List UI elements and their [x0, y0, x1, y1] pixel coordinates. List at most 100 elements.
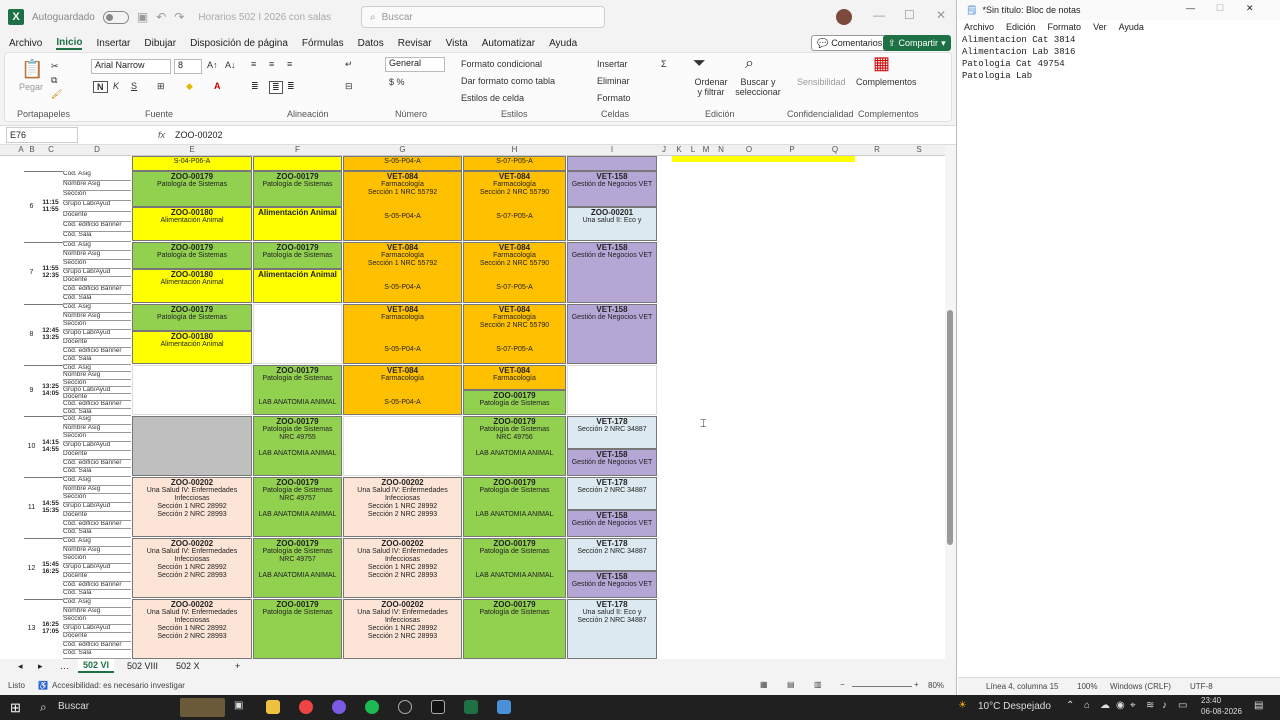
schedule-cell[interactable] [253, 156, 342, 171]
decrease-font-icon[interactable]: A↓ [225, 60, 236, 70]
app-icon[interactable] [398, 700, 412, 714]
zoom-level[interactable]: 80% [928, 681, 944, 690]
filter-icon[interactable]: ⏷ [693, 55, 706, 73]
schedule-cell[interactable]: VET-084 Farmacología S-05-P04-A [343, 365, 462, 415]
schedule-cell[interactable]: ZOO-00179 Patología de Sistemas [132, 171, 252, 207]
wrap-text-icon[interactable]: ↵ [345, 59, 353, 70]
more-sheets-icon[interactable]: … [60, 661, 69, 671]
schedule-cell[interactable]: ZOO-00179 Patología de Sistemas [253, 242, 342, 269]
align-right-icon[interactable]: ≣ [287, 81, 295, 92]
normal-view-icon[interactable]: ▦ [760, 680, 768, 689]
schedule-cell[interactable]: ZOO-00202 Una Salud IV: Enfermedades Infe… [132, 599, 252, 659]
vertical-scrollbar[interactable] [945, 145, 956, 659]
currency-icon[interactable]: $ % [389, 77, 405, 87]
autosum-icon[interactable]: Σ [661, 59, 667, 69]
clock-time[interactable]: 23:40 [1201, 696, 1221, 705]
schedule-cell[interactable]: Alimentación Animal [253, 207, 342, 241]
sort-filter-button[interactable]: Ordenar y filtrar [691, 77, 731, 97]
file-explorer-icon[interactable] [266, 700, 280, 714]
battery-icon[interactable]: ▭ [1178, 700, 1187, 711]
align-bottom-icon[interactable]: ≡ [287, 59, 292, 69]
notifications-icon[interactable]: ▤ [1254, 700, 1263, 711]
addins-button[interactable]: Complementos [856, 77, 917, 87]
schedule-cell[interactable] [132, 416, 252, 476]
align-top-icon[interactable]: ≡ [251, 59, 256, 69]
schedule-cell[interactable]: VET-158 Gestión de Negocios VET [567, 242, 657, 303]
find-select-button[interactable]: Buscar y seleccionar [733, 77, 783, 97]
formula-input[interactable]: ZOO-00202 [175, 130, 223, 140]
volume-icon[interactable]: ♪ [1162, 700, 1167, 711]
sheet-tab[interactable]: 502 VIII [127, 661, 158, 671]
schedule-cell[interactable]: ZOO-00179 Patología de Sistemas LAB ANATOM… [463, 538, 566, 598]
schedule-cell[interactable]: VET-084 Farmacología Sección 2 NRC 55790 S-… [463, 304, 566, 364]
schedule-cell[interactable]: VET-178 Sección 2 NRC 34887 [567, 538, 657, 571]
maximize-icon[interactable]: ☐ [1216, 3, 1224, 14]
col-i[interactable]: I [567, 145, 657, 154]
insert-cells-button[interactable]: Insertar [597, 59, 628, 69]
col-n[interactable]: N [714, 145, 728, 154]
scroll-thumb[interactable] [947, 310, 953, 545]
search-input[interactable]: ⌕ Buscar [361, 6, 605, 28]
paste-button[interactable]: Pegar [19, 82, 43, 92]
schedule-cell[interactable]: S-04-P06-A [132, 156, 252, 171]
minimize-icon[interactable]: — [873, 8, 885, 22]
col-a[interactable]: A [17, 145, 25, 154]
find-icon[interactable]: ⌕ [745, 55, 754, 73]
schedule-cell[interactable] [343, 416, 462, 476]
tab-archivo[interactable]: Archivo [9, 38, 42, 49]
schedule-cell[interactable]: S-05-P04-A [343, 156, 462, 171]
tab-insertar[interactable]: Insertar [96, 38, 130, 49]
wifi-icon[interactable]: ≋ [1146, 700, 1154, 711]
menu-edicion[interactable]: Edición [1006, 22, 1036, 32]
schedule-cell[interactable]: ZOO-00180 Alimentación Animal [132, 331, 252, 364]
menu-ayuda[interactable]: Ayuda [1119, 22, 1144, 32]
schedule-cell[interactable]: ZOO-00202 Una Salud IV: Enfermedades Infe… [343, 477, 462, 537]
font-size-select[interactable]: 8 [174, 59, 202, 74]
minimize-icon[interactable]: — [1186, 3, 1195, 13]
fill-color-icon[interactable]: ◆ [186, 81, 193, 92]
schedule-cell[interactable]: ZOO-00202 Una Salud IV: Enfermedades Infe… [132, 538, 252, 598]
align-center-icon[interactable]: ≣ [269, 81, 283, 94]
col-g[interactable]: G [343, 145, 462, 154]
schedule-cell[interactable]: ZOO-00202 Una Salud IV: Enfermedades Infe… [343, 538, 462, 598]
schedule-cell[interactable]: ZOO-00179 Patología de Sistemas [463, 390, 566, 415]
redo-icon[interactable]: ↷ [174, 10, 184, 24]
fx-icon[interactable]: fx [158, 130, 165, 140]
sheet-tab-active[interactable]: 502 VI [78, 659, 115, 673]
notepad-taskbar-icon[interactable] [497, 700, 511, 714]
col-m[interactable]: M [700, 145, 712, 154]
spreadsheet-grid[interactable]: 6 11:15 11:55 Cod. Asig Nombre Asig Sección G… [0, 156, 945, 659]
schedule-cell[interactable]: ZOO-00179 Patología de Sistemas [253, 599, 342, 659]
schedule-cell[interactable]: VET-178 Sección 2 NRC 34887 [567, 477, 657, 510]
bold-button[interactable]: N [93, 81, 108, 93]
increase-font-icon[interactable]: A↑ [207, 60, 218, 70]
onedrive-icon[interactable]: ☁ [1100, 700, 1110, 711]
prev-sheet-icon[interactable]: ◂ [18, 661, 23, 672]
col-c[interactable]: C [40, 145, 62, 154]
schedule-cell[interactable] [567, 156, 657, 171]
browser-icon[interactable] [332, 700, 346, 714]
menu-ver[interactable]: Ver [1093, 22, 1107, 32]
schedule-cell[interactable]: ZOO-00179 Patología de Sistemas LAB ANATOM… [463, 477, 566, 537]
schedule-cell[interactable]: VET-158 Gestión de Negocios VET [567, 571, 657, 598]
spotify-icon[interactable] [365, 700, 379, 714]
schedule-cell[interactable]: VET-084 Farmacología Sección 2 NRC 55790 S-… [463, 171, 566, 241]
schedule-cell[interactable]: VET-158 Gestión de Negocios VET [567, 449, 657, 476]
maximize-icon[interactable]: ☐ [904, 8, 915, 22]
col-l[interactable]: L [687, 145, 699, 154]
schedule-cell[interactable]: ZOO-00202 Una Salud IV: Enfermedades Infe… [343, 599, 462, 659]
menu-archivo[interactable]: Archivo [964, 22, 994, 32]
tray-chevron-icon[interactable]: ⌃ [1066, 700, 1074, 711]
clipboard-icon[interactable]: 📋 [21, 59, 43, 80]
schedule-cell[interactable]: ZOO-00201 Una salud II: Eco y [567, 207, 657, 241]
schedule-cell[interactable]: ZOO-00179 Patología de Sistemas NRC 49755 L… [253, 416, 342, 476]
close-icon[interactable]: ✕ [936, 8, 946, 22]
accessibility-icon[interactable]: ♿ [38, 681, 48, 690]
schedule-cell[interactable]: ZOO-00179 Patología de Sistemas [132, 242, 252, 269]
zoom-out-icon[interactable]: − [840, 680, 845, 689]
comments-button[interactable]: 💬 Comentarios [811, 35, 889, 51]
cell-styles-button[interactable]: Estilos de celda [461, 93, 524, 103]
col-o[interactable]: O [729, 145, 769, 154]
schedule-cell[interactable]: ZOO-00179 Patología de Sistemas [253, 171, 342, 207]
weather-text[interactable]: 10°C Despejado [978, 701, 1051, 712]
